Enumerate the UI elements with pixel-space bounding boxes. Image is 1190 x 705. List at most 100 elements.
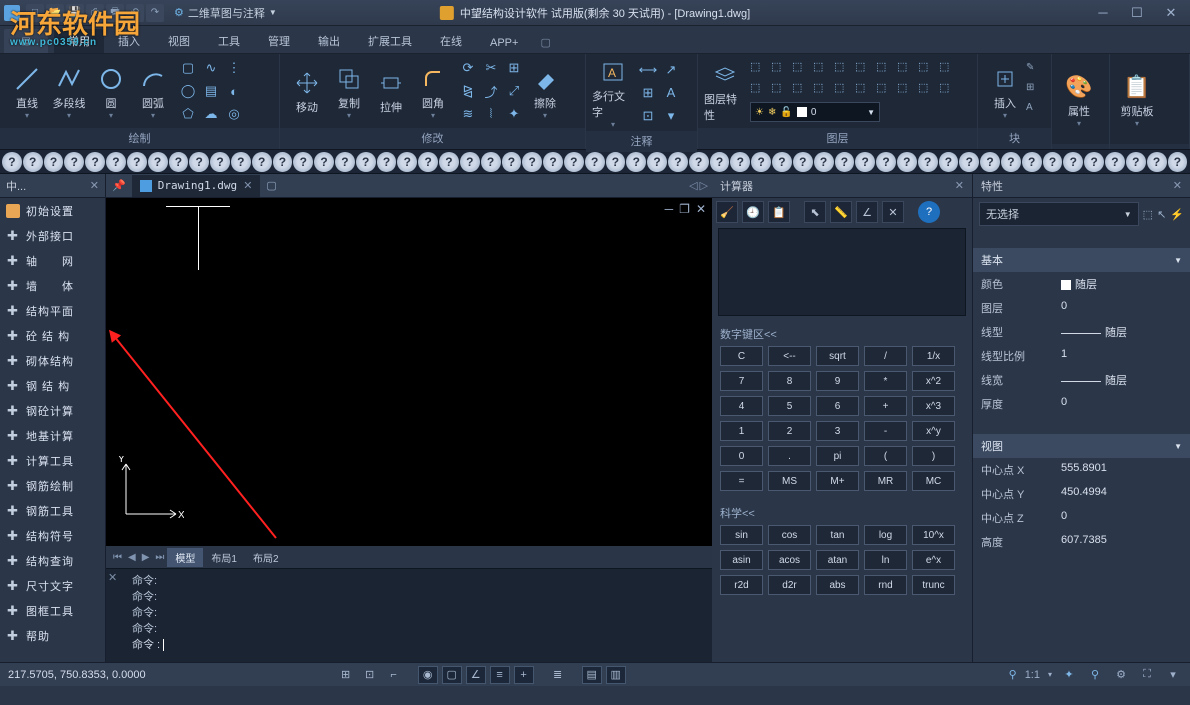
calc-key-1/x[interactable]: 1/x [912, 346, 955, 366]
calc-key-6[interactable]: 6 [816, 396, 859, 416]
unknown-tool-icon[interactable]: ? [293, 152, 313, 172]
calc-sci-header[interactable]: 科学<< [712, 497, 972, 525]
prop-row[interactable]: 中心点 X555.8901 [973, 458, 1190, 482]
unknown-tool-icon[interactable]: ? [1043, 152, 1063, 172]
calc-help-icon[interactable]: ? [918, 201, 940, 223]
cloud-icon[interactable]: ☁ [201, 104, 221, 124]
close-icon[interactable]: ✕ [1173, 179, 1182, 192]
layer-tool-icon[interactable]: ⬚ [876, 60, 894, 78]
annoauto-icon[interactable]: ⚲ [1086, 668, 1104, 681]
layout-prev-icon[interactable]: ◀ [125, 552, 139, 563]
layer-tool-icon[interactable]: ⬚ [918, 60, 936, 78]
prop-row[interactable]: 厚度0 [973, 392, 1190, 416]
calc-key-r2d[interactable]: r2d [720, 575, 763, 595]
ortho-icon[interactable]: ⌐ [384, 666, 404, 684]
tab-manage[interactable]: 管理 [254, 29, 304, 53]
rotate-icon[interactable]: ⟳ [458, 58, 478, 78]
tab-output[interactable]: 输出 [304, 29, 354, 53]
left-item-7[interactable]: ✚钢 结 构 [0, 373, 105, 398]
app-menu-button[interactable]: ▤ [4, 29, 48, 53]
layer-tool-icon[interactable]: ⬚ [897, 60, 915, 78]
qa-undo[interactable]: ↶ [126, 4, 144, 22]
calc-key-5[interactable]: 5 [768, 396, 811, 416]
calc-key-ln[interactable]: ln [864, 550, 907, 570]
unknown-tool-icon[interactable]: ? [23, 152, 43, 172]
calc-key-x^2[interactable]: x^2 [912, 371, 955, 391]
calc-key-M+[interactable]: M+ [816, 471, 859, 491]
region-icon[interactable]: ◐ [224, 81, 244, 101]
calc-key-cos[interactable]: cos [768, 525, 811, 545]
donut-icon[interactable]: ◎ [224, 104, 244, 124]
unknown-tool-icon[interactable]: ? [1126, 152, 1146, 172]
fullscreen-icon[interactable]: ⛶ [1138, 668, 1156, 681]
app-icon[interactable] [4, 5, 20, 21]
quick-select-icon[interactable]: ⬚ [1143, 208, 1153, 221]
left-item-5[interactable]: ✚砼 结 构 [0, 323, 105, 348]
lwt-icon[interactable]: ≡ [490, 666, 510, 684]
qa-save[interactable]: 💾 [66, 4, 84, 22]
calc-key-4[interactable]: 4 [720, 396, 763, 416]
calc-key-9[interactable]: 9 [816, 371, 859, 391]
snap-icon[interactable]: ⊡ [360, 666, 380, 684]
unknown-tool-icon[interactable]: ? [1168, 152, 1188, 172]
mirror-icon[interactable]: ⧎ [458, 81, 478, 101]
coordinates-display[interactable]: 217.5705, 750.8353, 0.0000 [8, 669, 146, 681]
left-item-10[interactable]: ✚计算工具 [0, 448, 105, 473]
calc-key-sin[interactable]: sin [720, 525, 763, 545]
calc-key-MR[interactable]: MR [864, 471, 907, 491]
unknown-tool-icon[interactable]: ? [377, 152, 397, 172]
unknown-tool-icon[interactable]: ? [918, 152, 938, 172]
layer-tool-icon[interactable]: ⬚ [750, 81, 768, 99]
points-icon[interactable]: ⋮ [224, 58, 244, 78]
calc-key-)[interactable]: ) [912, 446, 955, 466]
unknown-tool-icon[interactable]: ? [876, 152, 896, 172]
tab-layout2[interactable]: 布局2 [245, 548, 287, 567]
calc-key-MC[interactable]: MC [912, 471, 955, 491]
toggle-pickadd-icon[interactable]: ⚡ [1170, 208, 1184, 221]
calc-key-2[interactable]: 2 [768, 421, 811, 441]
break-icon[interactable]: ⦚ [481, 104, 501, 124]
unknown-tool-icon[interactable]: ? [2, 152, 22, 172]
dyn-icon[interactable]: + [514, 666, 534, 684]
unknown-tool-icon[interactable]: ? [1022, 152, 1042, 172]
qa-redo[interactable]: ↷ [146, 4, 164, 22]
left-item-2[interactable]: ✚轴 网 [0, 248, 105, 273]
calc-key-log[interactable]: log [864, 525, 907, 545]
layer-props-button[interactable]: 图层特性 [704, 59, 746, 123]
calc-key-acos[interactable]: acos [768, 550, 811, 570]
prop-row[interactable]: 中心点 Y450.4994 [973, 482, 1190, 506]
calc-key-x^3[interactable]: x^3 [912, 396, 955, 416]
unknown-tool-icon[interactable]: ? [335, 152, 355, 172]
qa-saveas[interactable]: ⎙ [86, 4, 104, 22]
prop-row[interactable]: 图层0 [973, 296, 1190, 320]
wipeout-icon[interactable]: ▾ [661, 106, 681, 126]
layout-next-icon[interactable]: ▶ [139, 552, 153, 563]
left-item-12[interactable]: ✚钢筋工具 [0, 498, 105, 523]
pin-icon[interactable]: 📌 [106, 179, 132, 192]
unknown-tool-icon[interactable]: ? [564, 152, 584, 172]
block-create-icon[interactable]: ⊞ [1026, 82, 1044, 100]
calc-key-7[interactable]: 7 [720, 371, 763, 391]
calc-display[interactable] [718, 228, 966, 316]
unknown-tool-icon[interactable]: ? [751, 152, 771, 172]
unknown-tool-icon[interactable]: ? [772, 152, 792, 172]
close-button[interactable]: ✕ [1154, 1, 1188, 25]
layer-tool-icon[interactable]: ⬚ [876, 81, 894, 99]
select-objects-icon[interactable]: ↖ [1157, 208, 1166, 221]
left-item-17[interactable]: ✚帮助 [0, 623, 105, 648]
calc-key-([interactable]: ( [864, 446, 907, 466]
left-item-8[interactable]: ✚钢砼计算 [0, 398, 105, 423]
qp-icon[interactable]: ▤ [582, 666, 602, 684]
layout-last-icon[interactable]: ⏭ [152, 552, 167, 563]
layer-tool-icon[interactable]: ⬚ [939, 81, 957, 99]
unknown-tool-icon[interactable]: ? [273, 152, 293, 172]
unknown-tool-icon[interactable]: ? [814, 152, 834, 172]
layer-tool-icon[interactable]: ⬚ [771, 60, 789, 78]
array-icon[interactable]: ⊞ [504, 58, 524, 78]
calc-numpad-header[interactable]: 数字键区<< [712, 318, 972, 346]
calc-key-pi[interactable]: pi [816, 446, 859, 466]
left-item-15[interactable]: ✚尺寸文字 [0, 573, 105, 598]
left-item-9[interactable]: ✚地基计算 [0, 423, 105, 448]
erase-button[interactable]: 擦除▾ [524, 63, 566, 120]
minimize-button[interactable]: ─ [1086, 1, 1120, 25]
